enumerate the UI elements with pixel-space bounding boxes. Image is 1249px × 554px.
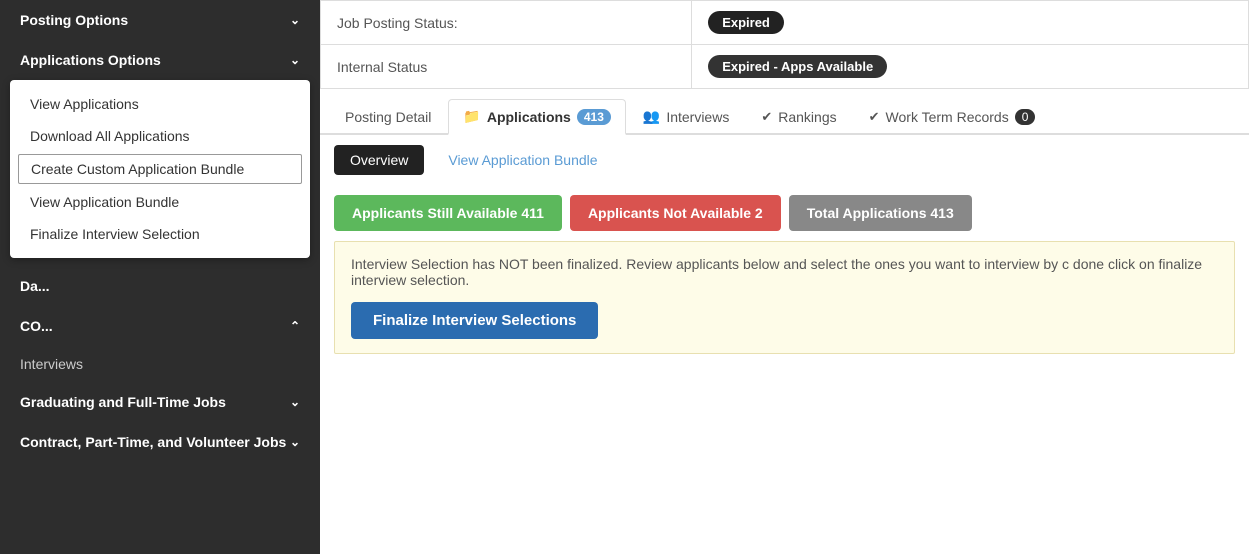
internal-status-value-cell: Expired - Apps Available xyxy=(692,45,1249,89)
sidebar-item-dashboard[interactable]: Da... xyxy=(0,266,320,306)
posting-options-chevron: ⌄ xyxy=(290,13,300,27)
tab-interviews-label: Interviews xyxy=(666,109,729,125)
view-application-bundle-link[interactable]: View Application Bundle xyxy=(432,145,613,175)
sub-nav: Overview View Application Bundle xyxy=(320,135,1249,185)
sidebar-item-graduating-jobs[interactable]: Graduating and Full-Time Jobs ⌄ xyxy=(0,382,320,422)
overview-button[interactable]: Overview xyxy=(334,145,424,175)
menu-item-create-custom[interactable]: Create Custom Application Bundle xyxy=(18,154,302,184)
sidebar-item-interviews[interactable]: Interviews xyxy=(0,346,320,382)
notice-text: Interview Selection has NOT been finaliz… xyxy=(351,256,1218,288)
sidebar-item-co-label: CO... xyxy=(20,318,53,334)
status-table: Job Posting Status: Expired Internal Sta… xyxy=(320,0,1249,89)
job-posting-status-value-cell: Expired xyxy=(692,1,1249,45)
applications-dropdown-menu: View Applications Download All Applicati… xyxy=(10,80,310,258)
internal-status-row: Internal Status Expired - Apps Available xyxy=(321,45,1249,89)
menu-item-download-all[interactable]: Download All Applications xyxy=(10,120,310,152)
stat-still-available: Applicants Still Available 411 xyxy=(334,195,562,231)
applications-badge: 413 xyxy=(577,109,611,125)
stat-total: Total Applications 413 xyxy=(789,195,972,231)
sidebar-item-interviews-label: Interviews xyxy=(20,356,83,372)
work-term-badge: 0 xyxy=(1015,109,1036,125)
tab-applications-label: Applications xyxy=(487,109,571,125)
tab-applications[interactable]: Applications 413 xyxy=(448,99,625,135)
job-posting-status-label: Job Posting Status: xyxy=(321,1,692,45)
applications-options-chevron: ⌄ xyxy=(290,53,300,67)
posting-options-label: Posting Options xyxy=(20,12,128,28)
chevron-up-icon: ⌃ xyxy=(290,319,300,333)
applications-options-label: Applications Options xyxy=(20,52,161,68)
menu-item-view-bundle[interactable]: View Application Bundle xyxy=(10,186,310,218)
sidebar-item-contract-label: Contract, Part-Time, and Volunteer Jobs xyxy=(20,434,286,450)
finalize-interview-button[interactable]: Finalize Interview Selections xyxy=(351,302,598,339)
group-icon xyxy=(643,108,660,125)
notice-box: Interview Selection has NOT been finaliz… xyxy=(334,241,1235,354)
menu-item-finalize-interview[interactable]: Finalize Interview Selection xyxy=(10,218,310,250)
tab-posting-detail-label: Posting Detail xyxy=(345,109,431,125)
posting-options-header[interactable]: Posting Options ⌄ xyxy=(0,0,320,40)
tabs-bar: Posting Detail Applications 413 Intervie… xyxy=(320,99,1249,135)
chevron-down-icon-graduating: ⌄ xyxy=(290,395,300,409)
main-content: Job Posting Status: Expired Internal Sta… xyxy=(320,0,1249,554)
check-icon-workterm xyxy=(869,108,880,125)
tab-interviews[interactable]: Interviews xyxy=(628,99,744,133)
sidebar-item-graduating-label: Graduating and Full-Time Jobs xyxy=(20,394,226,410)
stats-row: Applicants Still Available 411 Applicant… xyxy=(320,185,1249,241)
internal-status-badge: Expired - Apps Available xyxy=(708,55,887,78)
chevron-down-icon-contract: ⌄ xyxy=(290,435,300,449)
sidebar-item-dashboard-label: Da... xyxy=(20,278,50,294)
tab-rankings-label: Rankings xyxy=(778,109,836,125)
folder-icon xyxy=(463,108,480,125)
tab-posting-detail[interactable]: Posting Detail xyxy=(330,100,446,133)
sidebar-item-co[interactable]: CO... ⌃ xyxy=(0,306,320,346)
job-posting-status-row: Job Posting Status: Expired xyxy=(321,1,1249,45)
menu-item-view-applications[interactable]: View Applications xyxy=(10,88,310,120)
sidebar: Posting Options ⌄ Applications Options ⌄… xyxy=(0,0,320,554)
internal-status-label: Internal Status xyxy=(321,45,692,89)
tab-work-term-label: Work Term Records xyxy=(886,109,1009,125)
tab-rankings[interactable]: Rankings xyxy=(746,99,851,133)
check-icon-rankings xyxy=(761,108,772,125)
tab-work-term-records[interactable]: Work Term Records 0 xyxy=(854,99,1051,133)
stat-not-available: Applicants Not Available 2 xyxy=(570,195,781,231)
sidebar-item-contract-jobs[interactable]: Contract, Part-Time, and Volunteer Jobs … xyxy=(0,422,320,462)
job-posting-status-badge: Expired xyxy=(708,11,784,34)
applications-options-header[interactable]: Applications Options ⌄ xyxy=(0,40,320,80)
